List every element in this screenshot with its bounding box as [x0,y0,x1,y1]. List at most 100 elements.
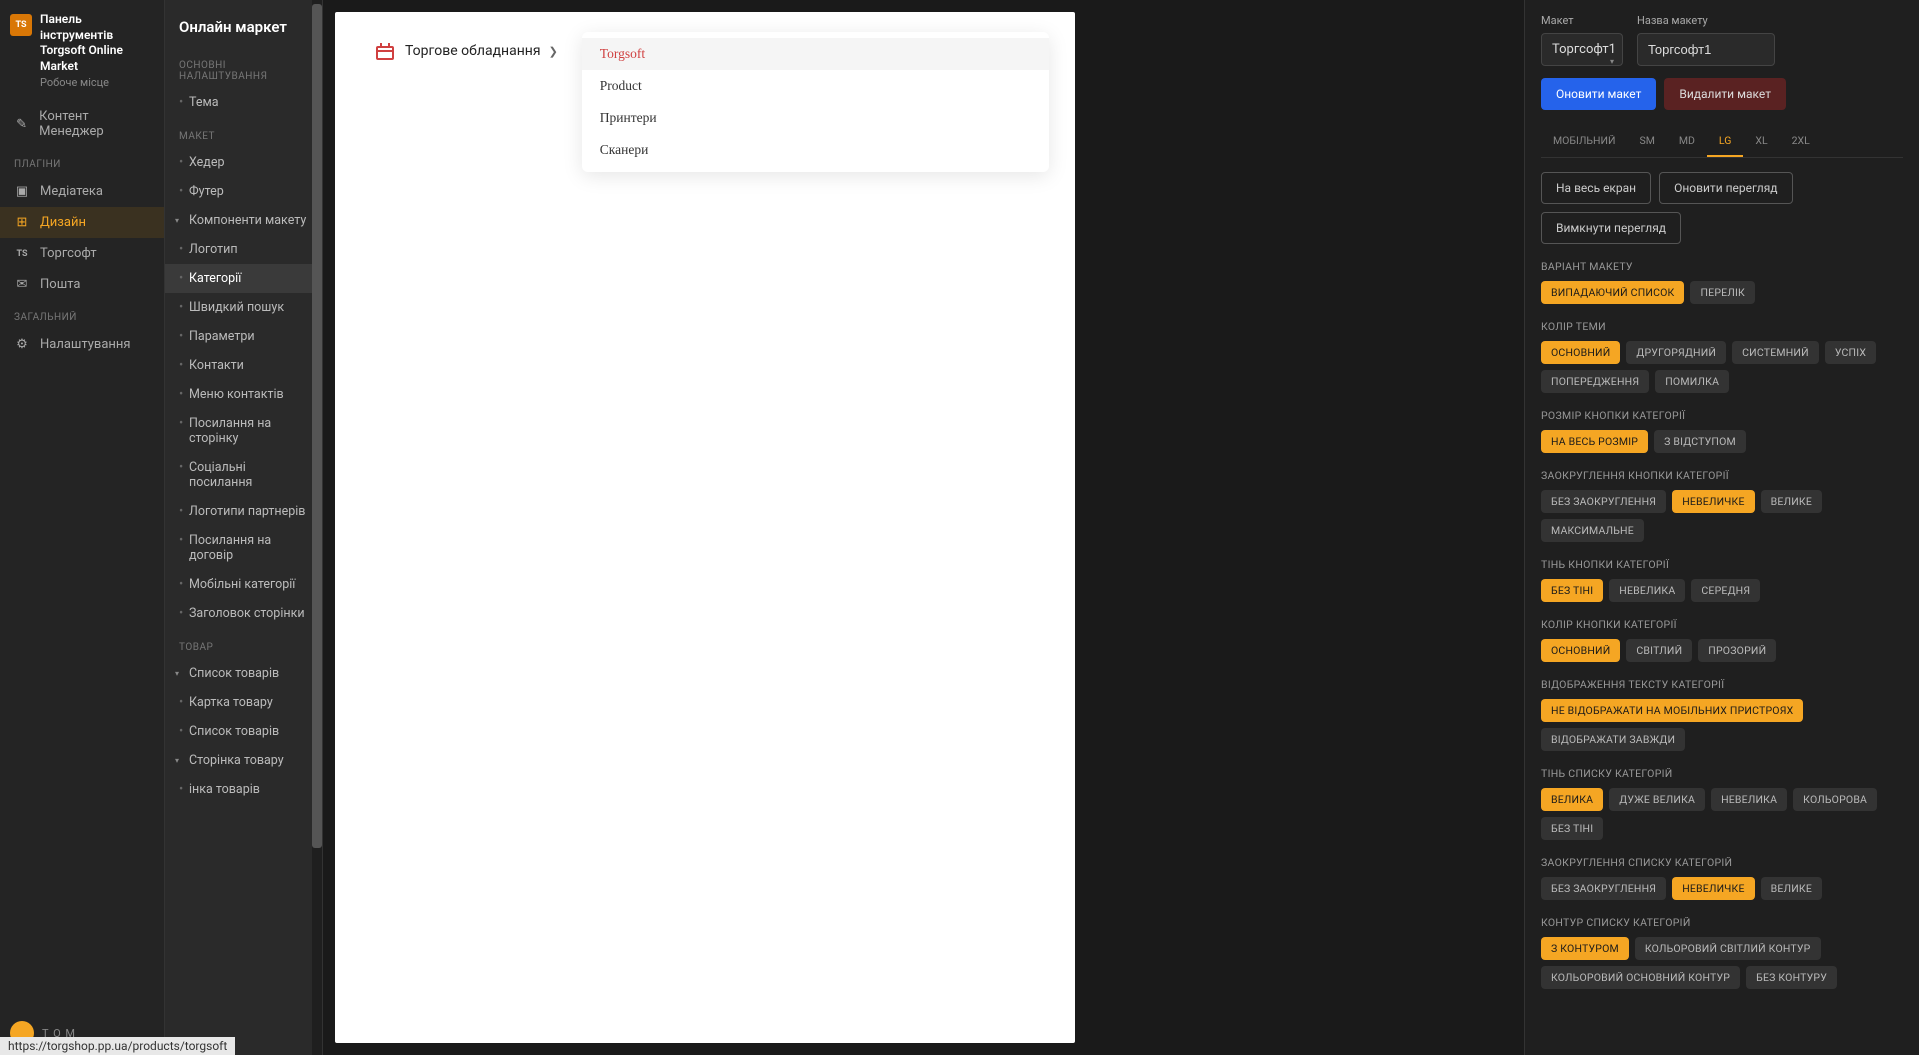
nav-label: Торгсофт [40,246,97,261]
option-chip[interactable]: Основний [1541,341,1620,364]
option-title: Заокруглення списку категорій [1541,856,1903,869]
nav-design[interactable]: ⊞ Дизайн [0,207,164,238]
tree-item[interactable]: Меню контактів [165,380,322,409]
option-chip[interactable]: Другорядний [1626,341,1726,364]
dropdown-item[interactable]: Product [582,70,1049,102]
tree-item[interactable]: Список товарів [165,717,322,746]
tree-item[interactable]: Тема [165,88,322,117]
nav-label: Налаштування [40,337,131,352]
design-sidebar: Онлайн маркет Основні налаштуванняТемаМа… [165,0,323,1055]
option-chip[interactable]: Невелика [1609,579,1685,602]
option-chip[interactable]: Світлий [1626,639,1692,662]
option-group: Варіант макетуВипадаючий списокПерелік [1541,260,1903,304]
nav-mail[interactable]: ✉ Пошта [0,269,164,300]
option-chip[interactable]: Без тіні [1541,817,1603,840]
option-chip[interactable]: Невеличке [1672,877,1754,900]
option-chip[interactable]: Без заокруглення [1541,877,1666,900]
tree-item[interactable]: Логотипи партнерів [165,497,322,526]
option-group: Заокруглення кнопки категоріїБез заокруг… [1541,469,1903,542]
brand-title: Панель інструментів [40,12,154,43]
nav-torgsoft[interactable]: TS Торгсофт [0,238,164,269]
option-group: Відображення тексту категорії Не відображ… [1541,678,1903,751]
option-chip[interactable]: Без заокруглення [1541,490,1666,513]
option-chip[interactable]: Кольоровий основний контур [1541,966,1740,989]
tree-item[interactable]: інка товарів [165,775,322,804]
tree-item[interactable]: Категорії [165,264,322,293]
delete-layout-button[interactable]: Видалити макет [1664,78,1786,110]
tree-group-label: Основні налаштування [165,46,322,88]
nav-settings[interactable]: ⚙ Налаштування [0,329,164,360]
tree-item[interactable]: Мобільні категорії [165,570,322,599]
option-chip[interactable]: Кольоровий світлий контур [1635,937,1821,960]
option-chip[interactable]: Велика [1541,788,1603,811]
option-chip[interactable]: Успіх [1825,341,1876,364]
option-title: Тінь списку категорій [1541,767,1903,780]
disable-preview-button[interactable]: Вимкнути перегляд [1541,212,1681,244]
option-chip[interactable]: Випадаючий список [1541,281,1684,304]
breakpoint-tab[interactable]: MD [1667,126,1707,157]
tree-item[interactable]: Список товарів [165,659,322,688]
option-chip[interactable]: Помилка [1655,370,1729,393]
tree-group-label: Товар [165,628,322,659]
option-chip[interactable]: Системний [1732,341,1819,364]
tree-item[interactable]: Логотип [165,235,322,264]
option-group: Тінь кнопки категоріїБез тініНевеликаСер… [1541,558,1903,602]
breakpoint-tab[interactable]: Мобільний [1541,126,1627,157]
option-chip[interactable]: На весь розмір [1541,430,1648,453]
breakpoint-tab[interactable]: XL [1743,126,1779,157]
tree-item[interactable]: Посилання на сторінку [165,409,322,453]
tree-item[interactable]: Контакти [165,351,322,380]
option-chip[interactable]: Велике [1761,877,1822,900]
tree-item[interactable]: Картка товару [165,688,322,717]
option-chip[interactable]: Дуже велика [1609,788,1705,811]
dropdown-item[interactable]: Принтери [582,102,1049,134]
option-chip[interactable]: Не відображати на мобільних пристроях [1541,699,1803,722]
option-chip[interactable]: З контуром [1541,937,1629,960]
layout-name-input[interactable] [1637,33,1775,66]
option-chip[interactable]: Велике [1761,490,1822,513]
breakpoint-tab[interactable]: SM [1627,126,1666,157]
option-chip[interactable]: З відступом [1654,430,1746,453]
option-chip[interactable]: Попередження [1541,370,1649,393]
option-chip[interactable]: Відображати завжди [1541,728,1685,751]
option-chip[interactable]: Середня [1691,579,1760,602]
nav-media[interactable]: ▣ Медіатека [0,176,164,207]
option-chip[interactable]: Кольорова [1793,788,1877,811]
dropdown-item[interactable]: Torgsoft [582,38,1049,70]
nav-label: Дизайн [40,215,86,230]
option-chip[interactable]: Основний [1541,639,1620,662]
brand-subtitle: Torgsoft Online Market [40,43,154,74]
tree-item[interactable]: Компоненти макету [165,206,322,235]
option-chip[interactable]: Без контуру [1746,966,1837,989]
layout-select[interactable]: Торгсофт1 [1541,33,1623,66]
option-chip[interactable]: Невеличке [1672,490,1754,513]
scrollbar[interactable] [312,0,322,1055]
option-chip[interactable]: Без тіні [1541,579,1603,602]
update-layout-button[interactable]: Оновити макет [1541,78,1656,110]
tree-item[interactable]: Швидкий пошук [165,293,322,322]
option-chip[interactable]: Перелік [1690,281,1755,304]
breakpoint-tab[interactable]: LG [1707,126,1743,157]
nav-label: Пошта [40,277,80,292]
section-plugins-label: Плагіни [0,147,164,176]
tree-item[interactable]: Хедер [165,148,322,177]
tree-item[interactable]: Сторінка товару [165,746,322,775]
option-title: Відображення тексту категорії [1541,678,1903,691]
tree-item[interactable]: Соціальні посилання [165,453,322,497]
category-button[interactable]: Торгове обладнання ❯ [361,30,570,72]
image-icon: ▣ [14,184,30,199]
tree-item[interactable]: Посилання на договір [165,526,322,570]
option-title: Контур списку категорій [1541,916,1903,929]
tree-item[interactable]: Параметри [165,322,322,351]
breakpoint-tab[interactable]: 2XL [1780,126,1822,157]
dropdown-item[interactable]: Сканери [582,134,1049,166]
refresh-preview-button[interactable]: Оновити перегляд [1659,172,1792,204]
fullscreen-button[interactable]: На весь екран [1541,172,1651,204]
tree-item[interactable]: Заголовок сторінки [165,599,322,628]
option-group: Колір кнопки категоріїОсновнийСвітлийПро… [1541,618,1903,662]
option-chip[interactable]: Максимальне [1541,519,1644,542]
nav-content-manager[interactable]: ✎ Контент Менеджер [0,101,164,147]
option-chip[interactable]: Невелика [1711,788,1787,811]
tree-item[interactable]: Футер [165,177,322,206]
option-chip[interactable]: Прозорий [1698,639,1776,662]
